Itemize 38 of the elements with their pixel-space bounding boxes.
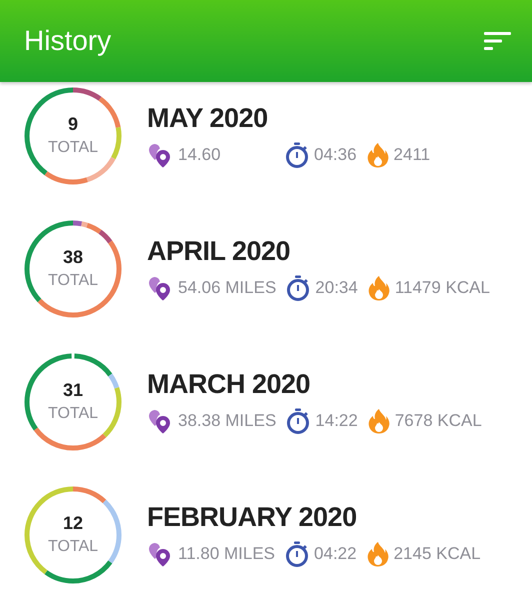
total-count: 38 <box>62 247 84 268</box>
app-bar-title: History <box>24 25 112 57</box>
stopwatch-icon <box>285 142 309 168</box>
duration-value: 04:22 <box>314 544 357 564</box>
calories-value: 2411 <box>394 145 430 165</box>
location-pins-icon <box>147 408 173 434</box>
stopwatch-icon <box>285 541 310 567</box>
duration-value: 14:22 <box>315 411 358 431</box>
calories-value: 2145 KCAL <box>394 544 481 564</box>
month-title: APRIL 2020 <box>147 236 292 267</box>
total-count: 12 <box>62 513 84 534</box>
location-pins-icon <box>147 142 173 168</box>
distance-value: 38.38 MILES <box>178 411 276 431</box>
stopwatch-icon <box>286 275 310 301</box>
total-label: TOTAL <box>48 405 98 423</box>
month-title: MARCH 2020 <box>147 369 312 400</box>
total-count: 9 <box>68 114 78 135</box>
calories-value: 7678 KCAL <box>394 411 482 431</box>
total-label: TOTAL <box>48 139 98 157</box>
flame-icon <box>366 142 389 168</box>
total-count: 31 <box>62 380 84 401</box>
distance-value: 11.80 MILES <box>178 544 276 564</box>
flame-icon <box>368 275 390 301</box>
sort-icon[interactable] <box>484 31 512 51</box>
flame-icon <box>366 541 389 567</box>
month-title: FEBRUARY 2020 <box>147 502 358 533</box>
flame-icon <box>368 408 390 434</box>
distance-value: 54.06 MILES <box>178 278 276 298</box>
distance-value: 14.60 <box>178 145 221 165</box>
duration-value: 04:36 <box>314 145 357 165</box>
total-label: TOTAL <box>48 538 98 556</box>
duration-value: 20:34 <box>315 278 358 298</box>
total-label: TOTAL <box>48 272 98 290</box>
location-pins-icon <box>147 275 173 301</box>
calories-value: 11479 KCAL <box>394 278 490 298</box>
month-title: MAY 2020 <box>147 103 269 134</box>
stopwatch-icon <box>286 408 310 434</box>
location-pins-icon <box>147 541 173 567</box>
